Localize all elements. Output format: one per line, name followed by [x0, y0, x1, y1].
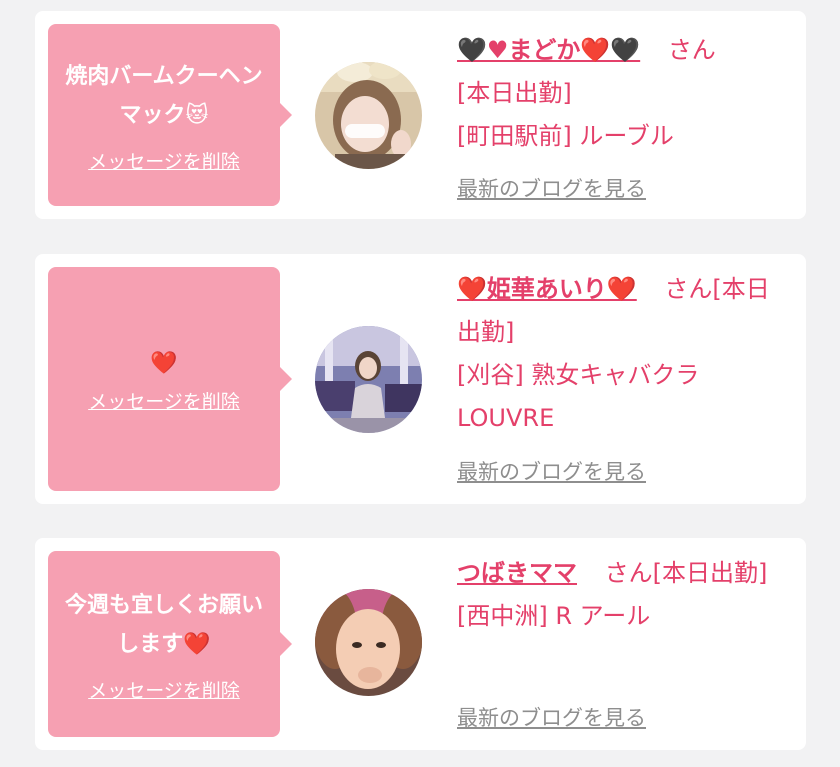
sender-info: ❤️姫華あいり❤️ さん[本日出勤] [刈谷] 熟女キャバクラLOUVRE	[457, 268, 793, 440]
latest-blog-link[interactable]: 最新のブログを見る	[457, 456, 646, 486]
message-bubble: 今週も宜しくお願いします❤️ メッセージを削除	[48, 551, 292, 737]
sender-suffix: さん	[667, 36, 716, 64]
avatar[interactable]	[315, 326, 422, 433]
message-card: ❤️ メッセージを削除 ❤️姫華あいり❤️ さん[本日出勤] [刈谷] 熟女キャ…	[35, 254, 806, 504]
woman-photo-avatar-icon	[315, 326, 422, 433]
message-text: ❤️	[150, 351, 178, 376]
message-card: 今週も宜しくお願いします❤️ メッセージを削除 つばきママ さん[本日出勤] […	[35, 538, 806, 750]
message-text: 焼肉バームクーヘンマック😻	[65, 63, 263, 128]
message-text: 今週も宜しくお願いします❤️	[64, 592, 263, 657]
message-card: 焼肉バームクーヘンマック😻 メッセージを削除 🖤♥まどか❤️🖤 さん [本日出勤…	[35, 11, 806, 219]
attendance-status: [本日出勤]	[457, 79, 572, 107]
latest-blog-link[interactable]: 最新のブログを見る	[457, 173, 646, 203]
sender-name-link[interactable]: 🖤♥まどか❤️🖤	[457, 36, 640, 64]
woman-photo-avatar-icon	[315, 589, 422, 696]
sender-suffix: さん[本日出勤]	[604, 559, 768, 587]
shop-info: [町田駅前] ルーブル	[457, 122, 674, 150]
avatar[interactable]	[315, 62, 422, 169]
delete-message-link[interactable]: メッセージを削除	[88, 147, 240, 174]
sender-name-link[interactable]: ❤️姫華あいり❤️	[457, 275, 637, 303]
avatar[interactable]	[315, 589, 422, 696]
delete-message-link[interactable]: メッセージを削除	[88, 676, 240, 703]
shop-info: [西中洲] R アール	[457, 602, 651, 630]
sender-name-link[interactable]: つばきママ	[457, 559, 577, 587]
message-bubble: ❤️ メッセージを削除	[48, 267, 292, 491]
sender-info: つばきママ さん[本日出勤] [西中洲] R アール	[457, 552, 793, 638]
message-bubble: 焼肉バームクーヘンマック😻 メッセージを削除	[48, 24, 292, 206]
woman-photo-avatar-icon	[315, 62, 422, 169]
shop-info: [刈谷] 熟女キャバクラLOUVRE	[457, 361, 700, 432]
latest-blog-link[interactable]: 最新のブログを見る	[457, 702, 646, 732]
delete-message-link[interactable]: メッセージを削除	[88, 387, 240, 414]
sender-info: 🖤♥まどか❤️🖤 さん [本日出勤] [町田駅前] ルーブル	[457, 29, 793, 158]
